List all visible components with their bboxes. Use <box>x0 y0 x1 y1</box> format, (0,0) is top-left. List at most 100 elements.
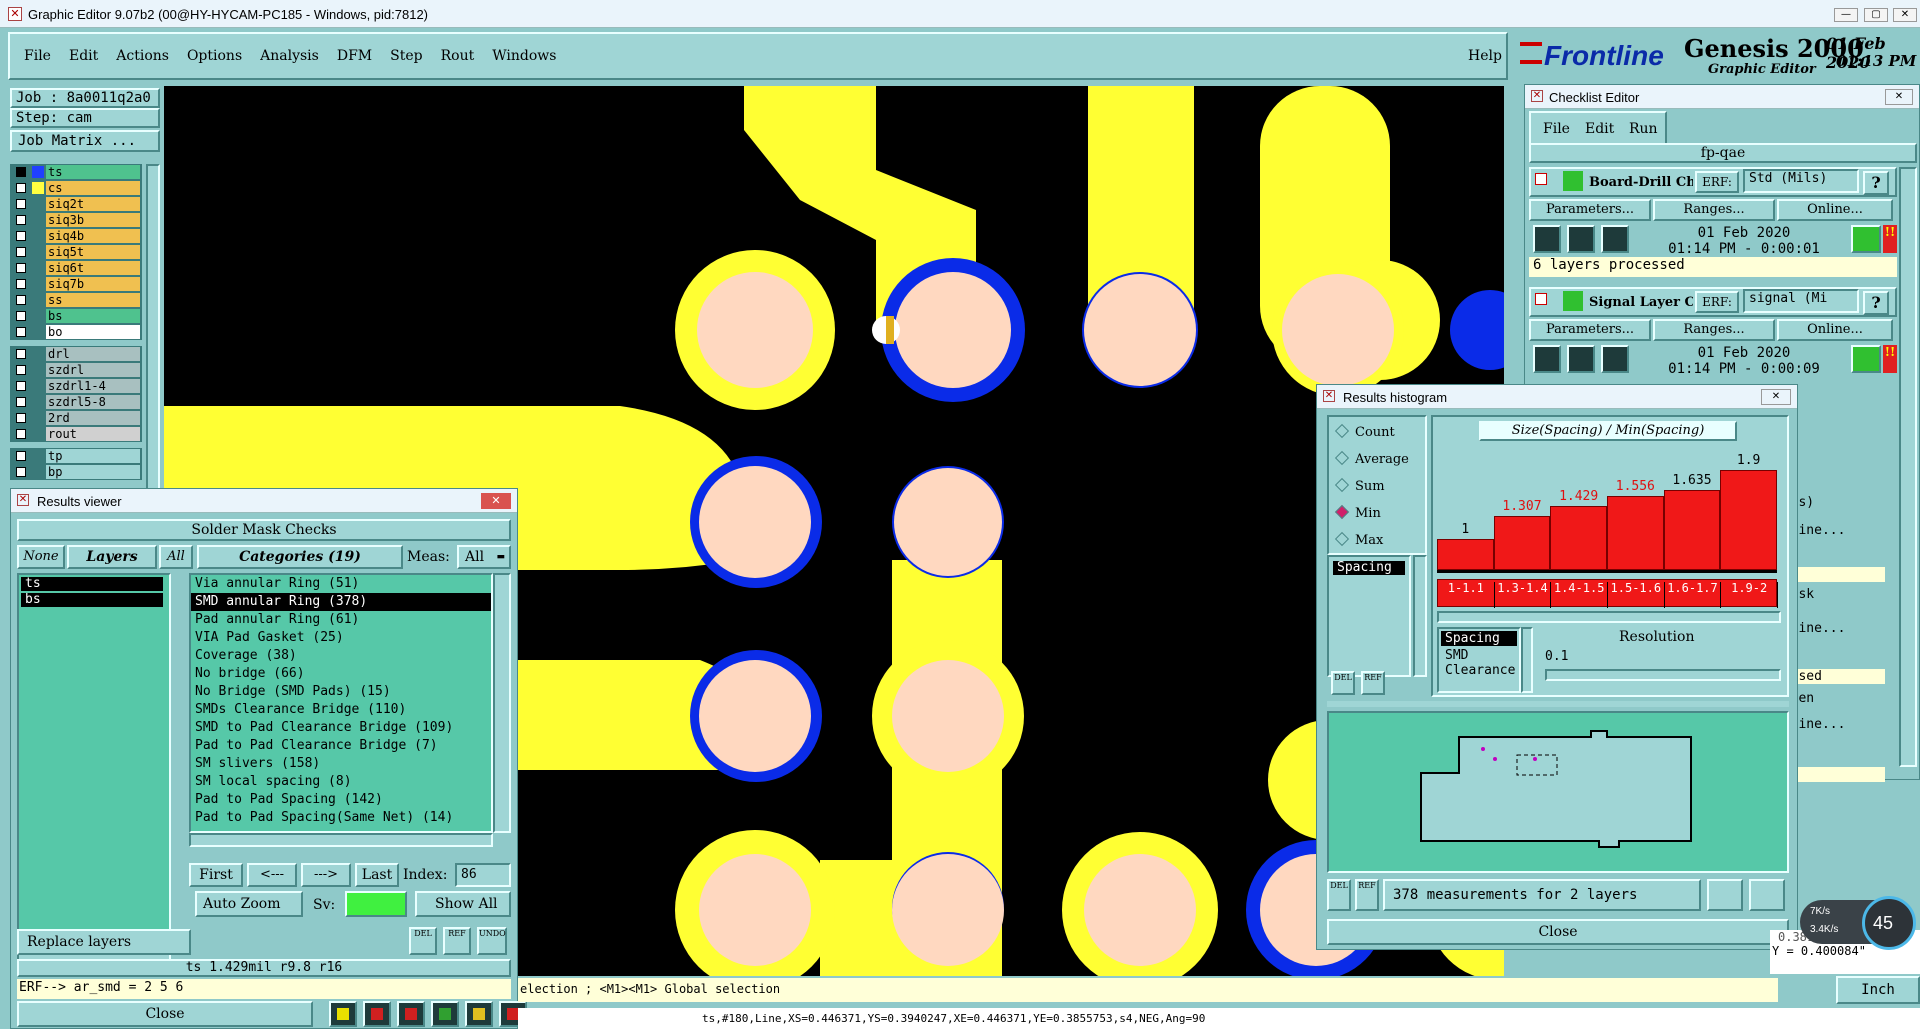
layer-checkbox[interactable] <box>16 397 26 407</box>
layer-row[interactable]: szdrl <box>10 362 142 378</box>
menu-step[interactable]: Step <box>390 48 422 64</box>
layer-row[interactable]: drl <box>10 346 142 362</box>
board-preview[interactable] <box>1327 711 1789 873</box>
tool-icon-2[interactable] <box>363 1001 391 1027</box>
hist-ref-button[interactable]: REF <box>1361 671 1385 695</box>
layer-checkbox[interactable] <box>16 231 26 241</box>
layer-checkbox[interactable] <box>16 199 26 209</box>
preview-ref-button[interactable]: REF <box>1355 879 1379 911</box>
layer-checkbox[interactable] <box>16 429 26 439</box>
check-params-0[interactable]: Parameters... <box>1529 199 1651 221</box>
layer-name[interactable]: 2rd <box>46 411 140 425</box>
histogram-bar[interactable] <box>1663 490 1721 570</box>
close-window-button[interactable]: ✕ <box>1893 8 1917 22</box>
layer-row[interactable]: ss <box>10 292 142 308</box>
mode-sum[interactable]: Sum <box>1334 477 1385 494</box>
layer-name[interactable]: szdrl <box>46 363 140 377</box>
ref-button[interactable]: REF <box>443 927 471 955</box>
layer-checkbox[interactable] <box>16 215 26 225</box>
layer-name[interactable]: ss <box>46 293 140 307</box>
category-item[interactable]: Pad to Pad Clearance Bridge (7) <box>191 737 491 755</box>
category-item[interactable]: Coverage (38) <box>191 647 491 665</box>
hist-list-a-item[interactable]: Spacing <box>1333 561 1405 575</box>
layer-checkbox[interactable] <box>16 279 26 289</box>
check-erf-value-1[interactable]: signal (Mi <box>1743 289 1859 313</box>
run-icon[interactable] <box>1533 345 1561 373</box>
category-item[interactable]: Pad annular Ring (61) <box>191 611 491 629</box>
layer-row[interactable]: siq4b <box>10 228 142 244</box>
hist-list-a-scroll[interactable] <box>1413 555 1427 677</box>
layer-row[interactable]: bs <box>10 308 142 324</box>
layer-row[interactable]: siq7b <box>10 276 142 292</box>
help-menu[interactable]: Help <box>1468 48 1502 64</box>
minimize-button[interactable]: — <box>1834 8 1858 22</box>
mode-min[interactable]: Min <box>1334 504 1381 521</box>
menu-windows[interactable]: Windows <box>492 48 556 64</box>
histogram-bar[interactable] <box>1607 496 1664 570</box>
run-icon[interactable] <box>1601 345 1629 373</box>
next-button[interactable]: ---> <box>301 863 351 887</box>
checklist-run-menu[interactable]: Run <box>1629 121 1658 137</box>
run-icon[interactable] <box>1533 225 1561 253</box>
none-button[interactable]: None <box>17 545 65 569</box>
layer-name[interactable]: tp <box>46 449 140 463</box>
run-icon[interactable] <box>1567 345 1595 373</box>
menu-dfm[interactable]: DFM <box>337 48 372 64</box>
category-item[interactable]: Pad to Pad Spacing(Same Net) (14) <box>191 809 491 827</box>
menu-edit[interactable]: Edit <box>69 48 98 64</box>
hist-list-b-item[interactable]: Spacing <box>1441 631 1517 646</box>
hist-list-b-item[interactable]: Clearance <box>1441 663 1517 678</box>
checklist-edit-menu[interactable]: Edit <box>1585 121 1614 137</box>
menu-analysis[interactable]: Analysis <box>260 48 319 64</box>
layer-name[interactable]: siq2t <box>46 197 140 211</box>
layer-name[interactable]: rout <box>46 427 140 441</box>
check-erf-value-0[interactable]: Std (Mils) <box>1743 169 1859 193</box>
maximize-button[interactable]: ▢ <box>1864 8 1888 22</box>
layer-result-list[interactable]: ts bs <box>17 573 171 953</box>
tool-icon-4[interactable] <box>431 1001 459 1027</box>
histogram-bar[interactable] <box>1437 539 1494 570</box>
step-label[interactable]: Step: cam <box>10 108 160 128</box>
run-icon[interactable] <box>1567 225 1595 253</box>
check-enable-0[interactable] <box>1535 173 1547 185</box>
tool-icon-1[interactable] <box>329 1001 357 1027</box>
mode-count[interactable]: Count <box>1334 423 1395 440</box>
tool-icon-5[interactable] <box>465 1001 493 1027</box>
check-erf-0[interactable]: ERF: <box>1695 171 1739 193</box>
sv-color-select[interactable] <box>345 891 407 917</box>
preview-del-button[interactable]: DEL <box>1327 879 1351 911</box>
auto-zoom-select[interactable]: Auto Zoom <box>195 891 303 917</box>
category-list[interactable]: Via annular Ring (51) SMD annular Ring (3… <box>189 573 493 833</box>
prev-button[interactable]: <--- <box>247 863 297 887</box>
layer-name[interactable]: bo <box>46 325 140 339</box>
check-help-0-icon[interactable]: ? <box>1863 171 1889 195</box>
layer-checkbox[interactable] <box>16 183 26 193</box>
layer-checkbox[interactable] <box>16 451 26 461</box>
layer-row[interactable]: bp <box>10 464 142 480</box>
layer-checkbox[interactable] <box>16 365 26 375</box>
check-ranges-0[interactable]: Ranges... <box>1653 199 1775 221</box>
layer-row[interactable]: siq5t <box>10 244 142 260</box>
job-matrix-button[interactable]: Job Matrix ... <box>10 130 160 152</box>
layer-name[interactable]: bp <box>46 465 140 479</box>
first-button[interactable]: First <box>189 863 243 887</box>
zoom-select-icon[interactable] <box>1749 879 1785 911</box>
layer-name[interactable]: szdrl5-8 <box>46 395 140 409</box>
histogram-close-button[interactable]: Close <box>1327 919 1789 945</box>
results-viewer-close-icon[interactable]: ✕ <box>481 493 511 509</box>
replace-layers-select[interactable]: Replace layers <box>17 929 191 955</box>
layer-name[interactable]: siq3b <box>46 213 140 227</box>
check-erf-1[interactable]: ERF: <box>1695 291 1739 313</box>
result-layer-item[interactable]: bs <box>21 593 163 607</box>
hist-list-b-item[interactable]: SMD <box>1441 648 1517 663</box>
layer-name[interactable]: ts <box>46 165 140 179</box>
layer-name[interactable]: szdrl1-4 <box>46 379 140 393</box>
check-ranges-1[interactable]: Ranges... <box>1653 319 1775 341</box>
menu-actions[interactable]: Actions <box>116 48 169 64</box>
histogram-bar[interactable] <box>1493 515 1551 570</box>
menu-file[interactable]: File <box>24 48 51 64</box>
layer-row[interactable]: ts <box>10 164 142 180</box>
category-item[interactable]: No Bridge (SMD Pads) (15) <box>191 683 491 701</box>
category-vscroll[interactable] <box>493 573 511 833</box>
results-viewer-close-button[interactable]: Close <box>17 1001 313 1027</box>
